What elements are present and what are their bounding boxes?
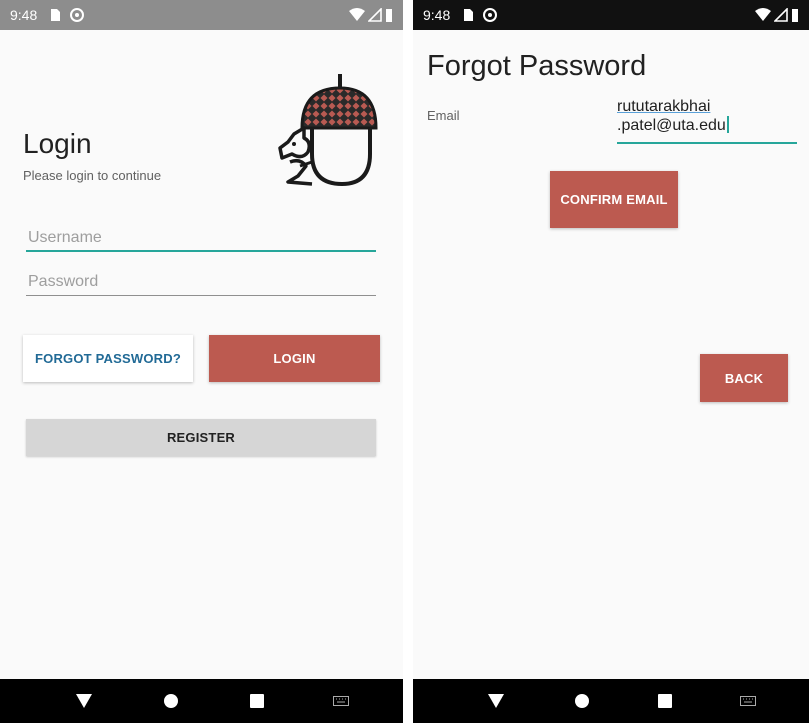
username-input[interactable]: Username: [26, 226, 376, 252]
navigation-bar: [413, 679, 809, 723]
email-value-line2-wrap: .patel@uta.edu: [617, 116, 797, 135]
login-screen: 9:48 Login Please login to continue User…: [0, 0, 403, 723]
password-placeholder: Password: [28, 273, 99, 290]
wifi-icon: [349, 8, 365, 21]
sync-icon: [70, 8, 85, 22]
register-button[interactable]: REGISTER: [26, 419, 376, 456]
page-title: Forgot Password: [427, 50, 647, 82]
username-placeholder: Username: [28, 229, 102, 246]
text-caret: [726, 116, 729, 133]
back-nav-icon[interactable]: [74, 692, 94, 710]
status-time: 9:48: [10, 7, 38, 23]
page-title: Login: [23, 128, 92, 159]
email-input[interactable]: rututarakbhai .patel@uta.edu: [617, 98, 797, 144]
signal-icon: [368, 8, 382, 22]
sync-icon: [483, 8, 498, 22]
navigation-bar: [0, 679, 403, 723]
forgot-password-button[interactable]: FORGOT PASSWORD?: [23, 335, 193, 382]
forgot-password-screen: 9:48 Forgot Password Email rututarakbhai…: [413, 0, 809, 723]
status-time: 9:48: [423, 7, 451, 23]
home-nav-icon[interactable]: [162, 692, 180, 710]
password-input[interactable]: Password: [26, 270, 376, 296]
acorn-squirrel-logo: [278, 74, 378, 187]
page-subtitle: Please login to continue: [23, 168, 162, 183]
back-button[interactable]: BACK: [700, 354, 788, 402]
home-nav-icon[interactable]: [573, 692, 591, 710]
signal-icon: [774, 8, 788, 22]
email-value-line1: rututarakbhai: [617, 98, 711, 115]
email-value-line2: .patel@uta.edu: [617, 117, 726, 134]
screens-container: 9:48 Login Please login to continue User…: [0, 0, 809, 723]
back-nav-icon[interactable]: [486, 692, 506, 710]
email-label: Email: [427, 108, 460, 123]
sd-card-icon: [464, 9, 474, 21]
status-bar: 9:48: [413, 0, 809, 30]
status-bar: 9:48: [0, 0, 403, 30]
recents-nav-icon[interactable]: [657, 693, 673, 709]
keyboard-icon[interactable]: [739, 696, 756, 706]
recents-nav-icon[interactable]: [249, 693, 265, 709]
confirm-email-button[interactable]: CONFIRM EMAIL: [550, 171, 678, 228]
screen-divider: [403, 0, 413, 723]
sd-card-icon: [51, 9, 61, 21]
login-button[interactable]: LOGIN: [209, 335, 380, 382]
battery-icon: [386, 9, 392, 22]
keyboard-icon[interactable]: [332, 696, 349, 706]
battery-icon: [792, 9, 798, 22]
wifi-icon: [755, 8, 771, 21]
